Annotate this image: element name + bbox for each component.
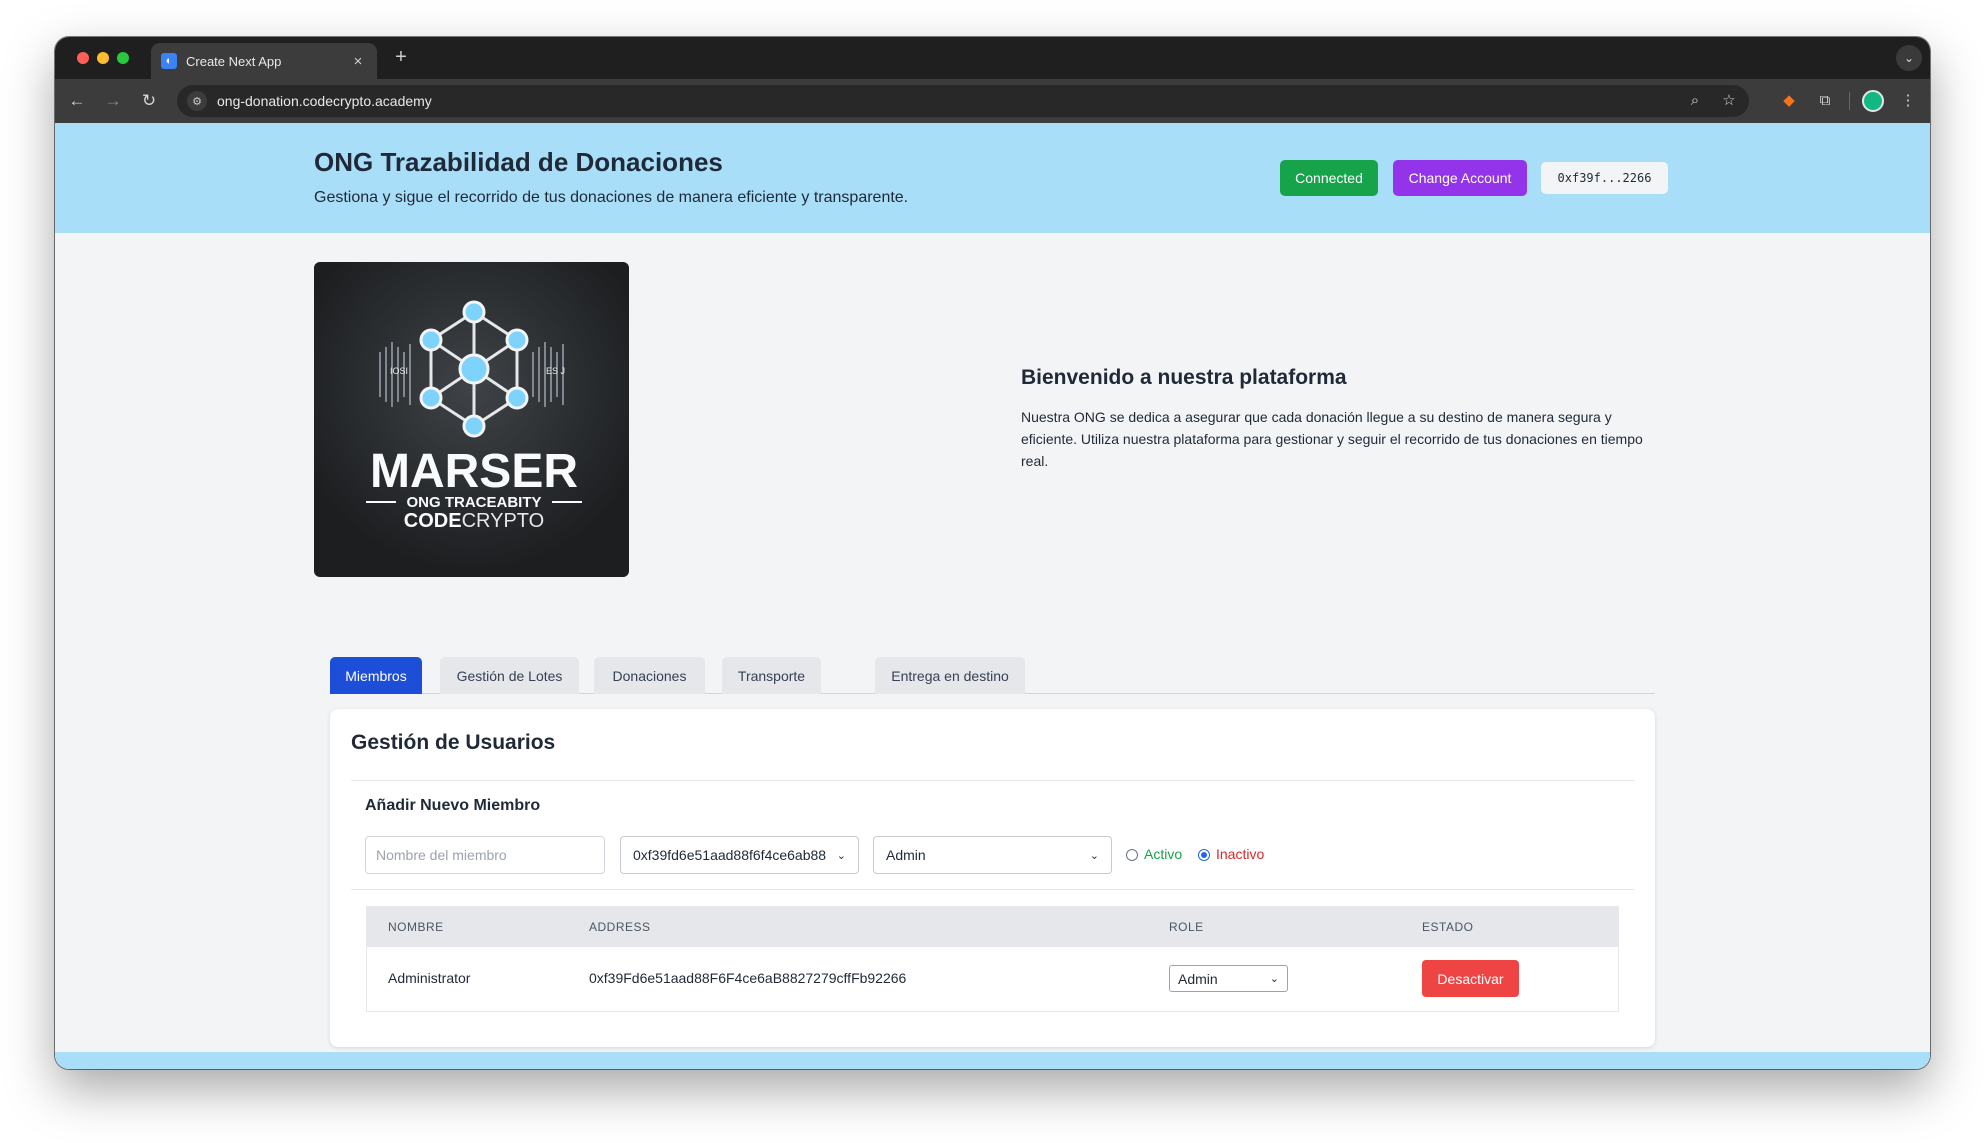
divider bbox=[351, 780, 1634, 781]
member-name-input[interactable] bbox=[365, 836, 605, 874]
member-address-cell: 0xf39Fd6e51aad88F6F4ce6aB8827279cffFb922… bbox=[589, 970, 907, 986]
radio-inactivo-label[interactable]: Inactivo bbox=[1216, 846, 1264, 862]
toolbar-separator bbox=[1849, 92, 1850, 110]
add-member-title: Añadir Nuevo Miembro bbox=[365, 797, 541, 814]
minimize-window-button[interactable] bbox=[97, 52, 109, 64]
deactivate-button[interactable]: Desactivar bbox=[1422, 960, 1519, 997]
column-header-estado: ESTADO bbox=[1422, 920, 1474, 934]
logo-tagline: ONG TRACEABITY bbox=[407, 494, 542, 511]
tab-miembros[interactable]: Miembros bbox=[330, 657, 422, 694]
browser-tab[interactable]: ◐ Create Next App × bbox=[151, 43, 377, 79]
menu-kebab-icon[interactable]: ⋮ bbox=[1896, 89, 1920, 113]
radio-inactivo[interactable] bbox=[1198, 849, 1210, 861]
radio-activo-label[interactable]: Activo bbox=[1144, 846, 1182, 862]
browser-toolbar: ← → ↻ ⚙ ong-donation.codecrypto.academy … bbox=[55, 79, 1930, 123]
address-select[interactable]: 0xf39fd6e51aad88f6f4ce6ab88 ⌄ bbox=[620, 836, 859, 874]
chevron-down-icon: ⌄ bbox=[1269, 973, 1279, 985]
address-select-value: 0xf39fd6e51aad88f6f4ce6ab88 bbox=[633, 847, 827, 863]
role-select-new[interactable]: Admin ⌄ bbox=[873, 836, 1112, 874]
member-name-cell: Administrator bbox=[388, 970, 471, 986]
site-header: ONG Trazabilidad de Donaciones Gestiona … bbox=[55, 123, 1930, 233]
connected-button[interactable]: Connected bbox=[1280, 160, 1378, 196]
radio-activo[interactable] bbox=[1126, 849, 1138, 861]
url-text[interactable]: ong-donation.codecrypto.academy bbox=[217, 93, 432, 109]
tab-strip: ◐ Create Next App × + ⌄ bbox=[55, 37, 1930, 79]
zoom-icon[interactable]: ⌕ bbox=[1683, 89, 1707, 113]
logo-subbrand: CODECRYPTO bbox=[404, 510, 544, 532]
member-role-select[interactable]: Admin ⌄ bbox=[1169, 965, 1288, 992]
users-title: Gestión de Usuarios bbox=[351, 731, 556, 754]
chevron-down-icon: ⌄ bbox=[836, 849, 846, 862]
tab-gestion-lotes[interactable]: Gestión de Lotes bbox=[440, 657, 579, 694]
role-select-value: Admin bbox=[886, 847, 926, 863]
page-subtitle: Gestiona y sigue el recorrido de tus don… bbox=[314, 189, 909, 206]
footer-strip bbox=[55, 1052, 1930, 1069]
tab-transporte[interactable]: Transporte bbox=[722, 657, 821, 694]
column-header-nombre: NOMBRE bbox=[388, 920, 444, 934]
address-bar[interactable]: ⚙ ong-donation.codecrypto.academy ⌕ ☆ bbox=[177, 85, 1749, 117]
tab-entrega-destino[interactable]: Entrega en destino bbox=[875, 657, 1025, 694]
tab-search-icon[interactable]: ⌄ bbox=[1896, 45, 1922, 71]
logo-left-text: IOSI bbox=[390, 366, 408, 376]
welcome-title: Bienvenido a nuestra plataforma bbox=[1021, 366, 1347, 389]
logo-graphic: IOSI ES J MARSER ONG TRACEABITY CODECRYP… bbox=[366, 300, 582, 532]
section-tabs: Miembros Gestión de Lotes Donaciones Tra… bbox=[330, 657, 1655, 694]
favicon-icon: ◐ bbox=[161, 53, 177, 69]
divider bbox=[351, 889, 1634, 890]
column-header-address: ADDRESS bbox=[589, 920, 651, 934]
reload-icon[interactable]: ↻ bbox=[137, 89, 161, 113]
metamask-extension-icon[interactable]: ◆ bbox=[1777, 89, 1801, 113]
logo-right-text: ES J bbox=[546, 366, 565, 376]
maximize-window-button[interactable] bbox=[117, 52, 129, 64]
marser-logo: IOSI ES J MARSER ONG TRACEABITY CODECRYP… bbox=[314, 262, 629, 577]
new-tab-button[interactable]: + bbox=[389, 46, 413, 70]
logo-brand: MARSER bbox=[370, 445, 578, 498]
table-header: NOMBRE ADDRESS ROLE ESTADO bbox=[367, 907, 1618, 947]
close-window-button[interactable] bbox=[77, 52, 89, 64]
column-header-role: ROLE bbox=[1169, 920, 1204, 934]
back-arrow-icon[interactable]: ← bbox=[65, 89, 89, 113]
member-role-value: Admin bbox=[1178, 970, 1218, 987]
page-title: ONG Trazabilidad de Donaciones bbox=[314, 147, 723, 177]
account-address-badge: 0xf39f...2266 bbox=[1541, 162, 1668, 194]
welcome-text: Nuestra ONG se dedica a asegurar que cad… bbox=[1021, 409, 1643, 469]
profile-avatar-icon[interactable] bbox=[1862, 90, 1884, 112]
tab-donaciones[interactable]: Donaciones bbox=[594, 657, 705, 694]
tab-title: Create Next App bbox=[186, 53, 282, 69]
site-info-icon[interactable]: ⚙ bbox=[187, 91, 207, 111]
users-card: Gestión de Usuarios Añadir Nuevo Miembro… bbox=[330, 709, 1655, 1047]
tab-close-icon[interactable]: × bbox=[349, 53, 367, 70]
extensions-puzzle-icon[interactable]: ⧉ bbox=[1813, 89, 1837, 113]
members-table: NOMBRE ADDRESS ROLE ESTADO Administrator… bbox=[366, 906, 1619, 1012]
bookmark-star-icon[interactable]: ☆ bbox=[1717, 89, 1741, 113]
forward-arrow-icon[interactable]: → bbox=[101, 89, 125, 113]
page-content: ONG Trazabilidad de Donaciones Gestiona … bbox=[55, 123, 1930, 1069]
change-account-button[interactable]: Change Account bbox=[1393, 160, 1527, 196]
browser-window: ◐ Create Next App × + ⌄ ← → ↻ ⚙ ong-dona… bbox=[55, 37, 1930, 1069]
chevron-down-icon: ⌄ bbox=[1089, 849, 1099, 862]
